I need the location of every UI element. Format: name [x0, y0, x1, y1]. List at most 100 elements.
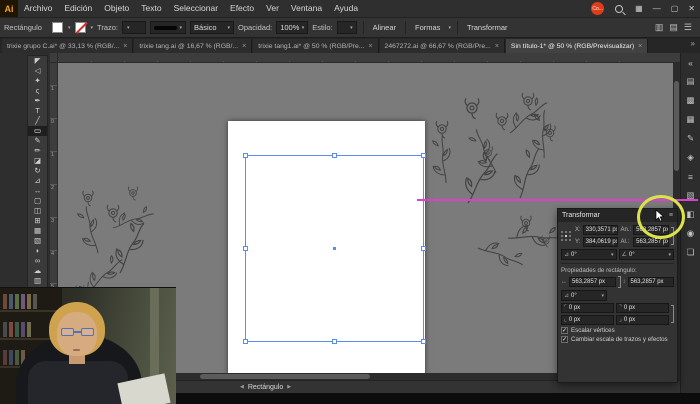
workspace-icon[interactable]: ▦	[630, 0, 648, 17]
rect-width-field[interactable]: 563,2857 px	[569, 277, 616, 287]
appearance-panel-icon[interactable]: ◉	[681, 224, 700, 243]
width-profile-dropdown[interactable]: ▾	[150, 21, 187, 34]
brushes-panel-icon[interactable]: ✎	[681, 129, 700, 148]
shear-dropdown[interactable]: ∠ 0° ▾	[618, 249, 674, 260]
tabs-overflow-icon[interactable]: »	[686, 39, 700, 48]
brush-definition-dropdown[interactable]: Básico ▾	[190, 21, 235, 34]
menu-item[interactable]: Archivo	[18, 0, 58, 17]
menu-item[interactable]: Ayuda	[328, 0, 364, 17]
tool-free-transform[interactable]: ▢	[28, 196, 47, 206]
chevron-down-icon[interactable]: ▾	[91, 25, 94, 31]
selection-handle[interactable]	[243, 153, 248, 158]
tab-close-icon[interactable]: ×	[495, 43, 499, 50]
swatches-panel-icon[interactable]: ▦	[681, 110, 700, 129]
ruler-corner[interactable]	[50, 53, 58, 63]
workspace-switcher-icon[interactable]: ▤	[669, 22, 678, 33]
tool-mesh[interactable]: ▦	[28, 226, 47, 236]
shapes-button[interactable]: Formas	[412, 23, 443, 32]
x-field[interactable]: 330,3571 px	[582, 225, 619, 235]
libraries-panel-icon[interactable]: ▤	[681, 72, 700, 91]
selection-handle[interactable]	[243, 246, 248, 251]
menu-item[interactable]: Objeto	[98, 0, 135, 17]
tool-eraser[interactable]: ◪	[28, 156, 47, 166]
status-next-icon[interactable]: ▶	[287, 384, 291, 390]
scale-corners-checkbox[interactable]: ✓	[561, 327, 568, 334]
arrange-documents-icon[interactable]: ▥	[655, 22, 664, 33]
selection-center-point[interactable]	[333, 247, 336, 250]
menu-item[interactable]: Edición	[58, 0, 98, 17]
tool-column-graph[interactable]: ▥	[28, 276, 47, 286]
document-tab[interactable]: trixie grupo C.ai* @ 33,13 % (RGB/... ×	[2, 39, 134, 53]
menu-item[interactable]: Ventana	[285, 0, 328, 17]
symbols-panel-icon[interactable]: ◈	[681, 148, 700, 167]
stroke-panel-icon[interactable]: ≡	[681, 167, 700, 186]
corner-radius-field[interactable]: ⌞ 0 px	[561, 315, 614, 325]
transform-button[interactable]: Transformar	[464, 23, 511, 32]
document-tab[interactable]: trixie tang1.ai* @ 50 % (RGB/Pre... ×	[253, 39, 379, 53]
recording-badge[interactable]: Co...	[591, 2, 605, 15]
link-rect-dimensions-icon[interactable]	[617, 276, 621, 288]
stroke-weight-field[interactable]: ▾	[122, 21, 147, 34]
menu-item[interactable]: Ver	[260, 0, 285, 17]
stroke-swatch[interactable]	[74, 22, 86, 33]
menu-item[interactable]: Texto	[135, 0, 167, 17]
selection-handle[interactable]	[332, 153, 337, 158]
link-corners-icon[interactable]	[671, 305, 674, 323]
tool-rectangle[interactable]: ▭	[28, 126, 47, 136]
tool-line-segment[interactable]: ╱	[28, 116, 47, 126]
tool-type[interactable]: T	[28, 106, 47, 116]
selection-handle[interactable]	[243, 339, 248, 344]
menu-item[interactable]: Seleccionar	[168, 0, 224, 17]
tool-perspective-grid[interactable]: ⊞	[28, 216, 47, 226]
selection-handle[interactable]	[421, 153, 426, 158]
tool-rotate[interactable]: ↻	[28, 166, 47, 176]
tool-selection[interactable]: ◤	[28, 56, 47, 66]
corner-radius-field[interactable]: ⌟ 0 px	[616, 315, 669, 325]
tool-blend[interactable]: ∞	[28, 256, 47, 266]
corner-radius-field[interactable]: ⌝ 0 px	[616, 303, 669, 313]
tab-close-icon[interactable]: ×	[123, 43, 127, 50]
chevron-down-icon[interactable]: ▾	[448, 25, 451, 31]
tool-magic-wand[interactable]: ✦	[28, 76, 47, 86]
horizontal-ruler[interactable]: 5004003002001000100200300400500600700800…	[58, 53, 680, 63]
panel-menu-icon[interactable]: ☰	[684, 22, 692, 33]
vertical-scrollbar-thumb[interactable]	[674, 81, 679, 171]
fill-swatch[interactable]	[52, 22, 63, 33]
tool-pen[interactable]: ✒	[28, 96, 47, 106]
collapse-panels-icon[interactable]: «	[681, 53, 700, 72]
style-dropdown[interactable]: ▾	[336, 21, 357, 34]
tool-paintbrush[interactable]: ✎	[28, 136, 47, 146]
layers-panel-icon[interactable]: ❏	[681, 243, 700, 262]
selection-handle[interactable]	[421, 339, 426, 344]
reference-point-locator[interactable]	[561, 230, 572, 242]
tab-close-icon[interactable]: ×	[242, 43, 246, 50]
menu-item[interactable]: Efecto	[224, 0, 260, 17]
tool-gradient[interactable]: ▧	[28, 236, 47, 246]
selection-handle[interactable]	[332, 339, 337, 344]
rect-angle-dropdown[interactable]: ⊿ 0° ▾	[561, 290, 607, 301]
color-panel-icon[interactable]: ▩	[681, 91, 700, 110]
document-tab[interactable]: trixie tang.ai @ 16,67 % (RGB/... ×	[134, 39, 253, 53]
tool-symbol-sprayer[interactable]: ☁	[28, 266, 47, 276]
document-tab[interactable]: Sin título-1* @ 50 % (RGB/Previsualizar)…	[505, 39, 649, 53]
tool-shape-builder[interactable]: ◫	[28, 206, 47, 216]
tool-pencil[interactable]: ✏	[28, 146, 47, 156]
gradient-panel-icon[interactable]: ▧	[681, 186, 700, 205]
tool-scale[interactable]: ⊿	[28, 176, 47, 186]
tool-width[interactable]: ↔	[28, 186, 47, 196]
search-icon[interactable]	[615, 4, 624, 13]
opacity-field[interactable]: 100% ▾	[276, 21, 309, 34]
tab-close-icon[interactable]: ×	[638, 43, 642, 50]
selected-rectangle[interactable]	[243, 153, 426, 344]
horizontal-scrollbar-thumb[interactable]	[200, 374, 370, 379]
tool-lasso[interactable]: ς	[28, 86, 47, 96]
align-button[interactable]: Alinear	[370, 23, 399, 32]
status-prev-icon[interactable]: ◀	[240, 384, 244, 390]
rotate-dropdown[interactable]: ⊿ 0° ▾	[561, 249, 617, 260]
scale-strokes-checkbox[interactable]: ✓	[561, 336, 568, 343]
selection-handle[interactable]	[421, 246, 426, 251]
minimize-icon[interactable]: —	[648, 0, 666, 17]
restore-icon[interactable]: ▢	[666, 0, 684, 17]
tab-close-icon[interactable]: ×	[368, 43, 372, 50]
corner-radius-field[interactable]: ⌜ 0 px	[561, 303, 614, 313]
